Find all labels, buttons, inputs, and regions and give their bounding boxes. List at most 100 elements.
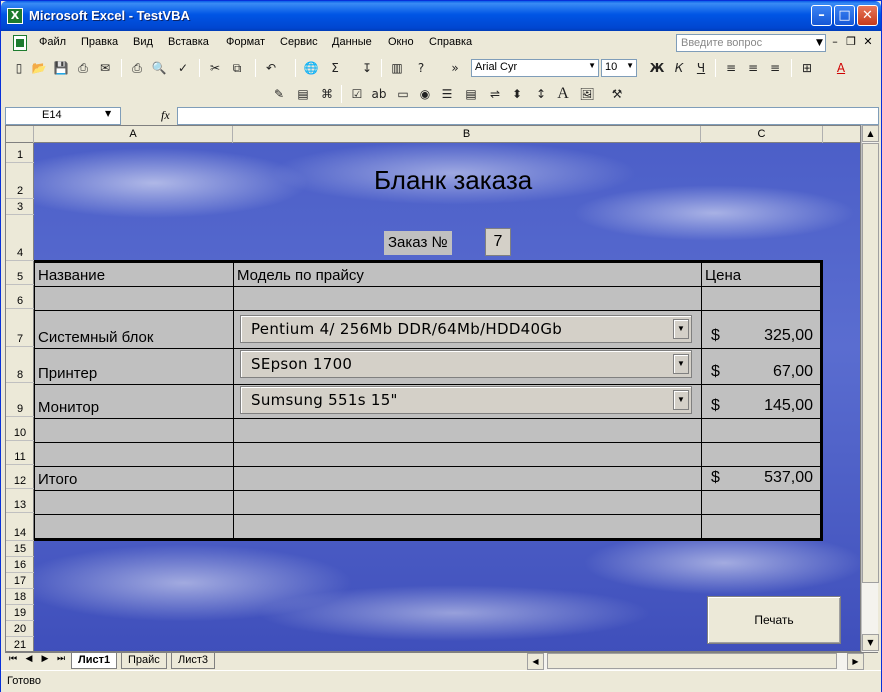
align-right-icon[interactable]: ≡ (765, 58, 785, 78)
workbook-icon[interactable] (13, 35, 27, 51)
table-cell[interactable] (35, 287, 234, 310)
scroll-right-icon[interactable]: ▶ (847, 653, 864, 670)
table-cell[interactable] (702, 419, 821, 442)
permission-icon[interactable]: ⎙ (73, 58, 93, 78)
font-color-icon[interactable]: A (831, 58, 851, 78)
horizontal-scrollbar[interactable]: ◀ ▶ (527, 653, 864, 670)
sheet-tab-list3[interactable]: Лист3 (171, 653, 216, 669)
item-model-cell[interactable]: SEpson 1700 ▼ (234, 349, 702, 384)
menu-data[interactable]: Данные (332, 36, 372, 48)
hyperlink-icon[interactable]: 🌐 (301, 58, 321, 78)
properties-icon[interactable]: ▤ (293, 84, 313, 104)
spin-button-icon[interactable]: ⬍ (507, 84, 527, 104)
name-box[interactable]: E14 (5, 107, 121, 125)
scroll-left-icon[interactable]: ◀ (527, 653, 544, 670)
menu-insert[interactable]: Вставка (168, 36, 209, 48)
order-number-field[interactable]: 7 (485, 228, 511, 256)
table-cell[interactable] (702, 287, 821, 310)
row-header[interactable]: 19 (6, 605, 34, 621)
table-cell[interactable] (702, 491, 821, 514)
menu-edit[interactable]: Правка (81, 36, 118, 48)
doc-close-button[interactable]: ✕ (861, 35, 875, 49)
mail-icon[interactable]: ✉ (95, 58, 115, 78)
toggle-button-icon[interactable]: ⇌ (485, 84, 505, 104)
row-header[interactable]: 12 (6, 465, 34, 489)
scroll-up-icon[interactable]: ▲ (862, 125, 879, 142)
total-label-cell[interactable]: Итого (35, 467, 234, 490)
minimize-button[interactable]: – (811, 5, 832, 26)
chevron-down-icon[interactable]: ▼ (673, 390, 689, 410)
textbox-control-icon[interactable]: ab (369, 84, 389, 104)
button-control-icon[interactable]: ▭ (393, 84, 413, 104)
spelling-icon[interactable]: ✓ (173, 58, 193, 78)
table-cell[interactable] (35, 443, 234, 466)
combobox-control-icon[interactable]: ▤ (461, 84, 481, 104)
italic-button[interactable]: К (669, 58, 689, 78)
item-name-cell[interactable]: Системный блок (35, 311, 234, 348)
prev-sheet-icon[interactable]: ◀ (23, 654, 35, 664)
column-header-b[interactable]: B (233, 126, 701, 143)
item-model-cell[interactable]: Sumsung 551s 15" ▼ (234, 385, 702, 418)
sheet-tab-list1[interactable]: Лист1 (71, 653, 118, 669)
table-cell[interactable] (35, 515, 234, 541)
vertical-scrollbar[interactable]: ▲ ▼ (861, 125, 879, 652)
maximize-button[interactable]: □ (834, 5, 855, 26)
chevron-down-icon[interactable]: ▼ (626, 61, 634, 70)
row-header[interactable]: 14 (6, 513, 34, 541)
table-cell[interactable] (234, 443, 702, 466)
doc-restore-button[interactable]: ❐ (844, 35, 858, 49)
table-cell[interactable] (234, 287, 702, 310)
menu-format[interactable]: Формат (226, 36, 265, 48)
first-sheet-icon[interactable]: ⏮ (7, 654, 19, 664)
table-cell[interactable] (234, 419, 702, 442)
font-size-select[interactable]: 10 ▼ (601, 59, 637, 77)
ask-question-input[interactable]: Введите вопрос (676, 34, 826, 52)
row-header[interactable]: 20 (6, 621, 34, 637)
print-icon[interactable]: ⎙ (127, 58, 147, 78)
undo-icon[interactable]: ↶ (261, 58, 281, 78)
image-control-icon[interactable]: 🖼 (577, 84, 597, 104)
row-header[interactable]: 18 (6, 589, 34, 605)
menu-tools[interactable]: Сервис (280, 36, 318, 48)
table-cell[interactable] (234, 467, 702, 490)
column-header-a[interactable]: A (34, 126, 233, 143)
horizontal-scroll-thumb[interactable] (547, 653, 837, 669)
header-cell-price[interactable]: Цена (702, 263, 821, 286)
copy-icon[interactable]: ⧉ (227, 58, 247, 78)
open-icon[interactable]: 📂 (29, 58, 49, 78)
row-header[interactable]: 1 (6, 143, 34, 163)
model-combobox[interactable]: Pentium 4/ 256Mb DDR/64Mb/HDD40Gb ▼ (240, 315, 692, 343)
item-model-cell[interactable]: Pentium 4/ 256Mb DDR/64Mb/HDD40Gb ▼ (234, 311, 702, 348)
menu-window[interactable]: Окно (388, 36, 414, 48)
bold-button[interactable]: Ж (647, 58, 667, 78)
item-name-cell[interactable]: Принтер (35, 349, 234, 384)
close-button[interactable]: ✕ (857, 5, 878, 26)
table-cell[interactable] (234, 491, 702, 514)
row-header[interactable]: 7 (6, 309, 34, 347)
row-header[interactable]: 13 (6, 489, 34, 513)
scroll-down-icon[interactable]: ▼ (862, 634, 879, 651)
item-price-cell[interactable]: $ 67,00 (702, 349, 821, 384)
row-header[interactable]: 8 (6, 347, 34, 383)
design-mode-icon[interactable]: ✎ (269, 84, 289, 104)
print-preview-icon[interactable]: 🔍 (149, 58, 169, 78)
last-sheet-icon[interactable]: ⏭ (55, 654, 67, 664)
font-name-select[interactable]: Arial Cyr ▼ (471, 59, 599, 77)
chart-wizard-icon[interactable]: ▥ (387, 58, 407, 78)
model-combobox[interactable]: SEpson 1700 ▼ (240, 350, 692, 378)
row-header[interactable]: 17 (6, 573, 34, 589)
menu-file[interactable]: Файл (39, 36, 66, 48)
menu-view[interactable]: Вид (133, 36, 153, 48)
selected-cell-e14[interactable] (702, 515, 821, 541)
row-header[interactable]: 11 (6, 441, 34, 465)
chevron-down-icon[interactable]: ▼ (588, 61, 596, 70)
row-header[interactable]: 10 (6, 417, 34, 441)
cells-area[interactable]: Бланк заказа Заказ № 7 Название Модель п… (34, 143, 860, 651)
header-cell-name[interactable]: Название (35, 263, 234, 286)
label-control-icon[interactable]: A (553, 84, 573, 104)
item-price-cell[interactable]: $ 325,00 (702, 311, 821, 348)
insert-function-icon[interactable]: fx (161, 108, 170, 123)
option-button-icon[interactable]: ◉ (415, 84, 435, 104)
ask-dropdown-arrow-icon[interactable]: ▼ (816, 38, 823, 48)
total-value-cell[interactable]: $ 537,00 (702, 467, 821, 490)
